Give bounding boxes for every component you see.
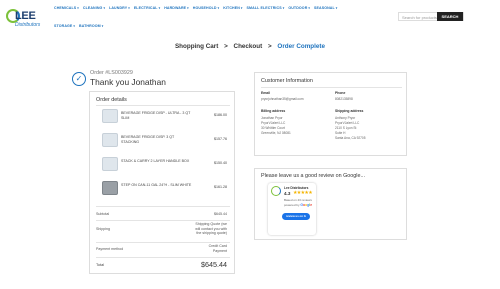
breadcrumb-checkout[interactable]: Checkout <box>234 43 263 50</box>
nav-item-seasonal[interactable]: SEASONAL▾ <box>314 6 337 10</box>
nav-item-storage[interactable]: STORAGE▾ <box>54 24 75 28</box>
nav-item-chemicals[interactable]: CHEMICALS▾ <box>54 6 79 10</box>
nav-item-household[interactable]: HOUSEHOLD▾ <box>193 6 219 10</box>
total-value: $645.44 <box>201 260 227 269</box>
list-item: STACK & CARRY 2 LAYER HANDLE BOX $150.40 <box>96 154 230 178</box>
shipping-address-label: Shipping address <box>335 109 364 113</box>
product-price: $150.40 <box>214 161 227 165</box>
divider <box>96 206 230 207</box>
phone-label: Phone <box>335 91 346 95</box>
thank-you-heading: Thank you Jonathan <box>90 77 166 87</box>
product-name[interactable]: BEVERAGE FRIDGE DISP - ULTRA - 3 QT SLIM <box>121 111 193 121</box>
nav-item-outdoor[interactable]: OUTDOOR▾ <box>288 6 310 10</box>
product-price: $161.28 <box>214 185 227 189</box>
list-item: BEVERAGE FRIDGE DISP. 3 QT STACKING $157… <box>96 130 230 154</box>
email-value: pryorjohnathan35@gmail.com <box>261 97 304 101</box>
product-name[interactable]: STEP ON CAN-11 GAL 24"H - SLIM WHITE <box>121 183 193 188</box>
subtotal-value: $645.44 <box>214 212 227 216</box>
review-us-button[interactable]: review us on G <box>282 213 310 220</box>
shipping-value: Shipping Quote (we will contact you with… <box>195 222 227 236</box>
product-image <box>102 157 118 171</box>
breadcrumb-separator: > <box>267 43 272 50</box>
chevron-down-icon: ▾ <box>73 24 76 28</box>
google-g-icon: G <box>303 214 306 218</box>
total-label: Total <box>96 263 105 267</box>
list-item: BEVERAGE FRIDGE DISP - ULTRA - 3 QT SLIM… <box>96 106 230 130</box>
order-details-title: Order details <box>96 97 127 103</box>
nav-row-2: STORAGE▾ BATHROOM▾ <box>54 22 394 30</box>
breadcrumb-order-complete: Order Complete <box>277 43 326 50</box>
product-image <box>102 109 118 123</box>
site-logo[interactable]: LEE Distributors <box>6 8 44 34</box>
shipping-label: Shipping <box>96 227 110 231</box>
product-name[interactable]: STACK & CARRY 2 LAYER HANDLE BOX <box>121 159 193 164</box>
nav-item-kitchen[interactable]: KITCHEN▾ <box>223 6 242 10</box>
billing-line: Greenville, NJ 08081 <box>261 131 291 135</box>
nav-item-small-electrics[interactable]: SMALL ELECTRICS▾ <box>247 6 285 10</box>
nav-row-1: CHEMICALS▾ CLEANING▾ LAUNDRY▾ ELECTRICAL… <box>54 4 394 12</box>
google-logo: Google <box>300 203 313 207</box>
order-number: Order #LS003929 <box>90 70 133 76</box>
nav-item-hardware[interactable]: HARDWARE▾ <box>164 6 189 10</box>
review-prompt: Please leave us a good review on Google.… <box>261 173 365 179</box>
business-name: Lee Distributors <box>284 186 309 190</box>
product-image <box>102 181 118 195</box>
divider <box>261 87 402 88</box>
star-rating-icon: ★★★★★ <box>293 191 313 196</box>
chevron-down-icon: ▾ <box>158 6 161 10</box>
breadcrumb-shopping-cart[interactable]: Shopping Cart <box>175 43 218 50</box>
review-count: Based on 43 reviews <box>284 198 312 202</box>
list-item: STEP ON CAN-11 GAL 24"H - SLIM WHITE $16… <box>96 178 230 202</box>
chevron-down-icon: ▾ <box>77 6 79 10</box>
product-name[interactable]: BEVERAGE FRIDGE DISP. 3 QT STACKING <box>121 135 193 145</box>
google-review-badge[interactable]: Lee Distributors 4.3 ★★★★★ Based on 43 r… <box>268 183 316 235</box>
logo-text: LEE <box>15 10 36 22</box>
rating-value: 4.3 <box>284 191 291 196</box>
divider <box>96 242 230 243</box>
nav-item-electrical[interactable]: ELECTRICAL▾ <box>134 6 160 10</box>
billing-address-label: Billing address <box>261 109 286 113</box>
order-details-panel: Order details BEVERAGE FRIDGE DISP - ULT… <box>89 91 235 274</box>
checkmark-icon: ✓ <box>72 72 86 86</box>
search-button[interactable]: SEARCH <box>437 12 463 21</box>
payment-label: Payment method <box>96 247 124 251</box>
chevron-down-icon: ▾ <box>101 24 104 28</box>
product-price: $186.00 <box>214 113 227 117</box>
product-image <box>102 133 118 147</box>
chevron-down-icon: ▾ <box>103 6 106 10</box>
chevron-down-icon: ▾ <box>335 6 338 10</box>
nav-item-cleaning[interactable]: CLEANING▾ <box>83 6 105 10</box>
google-review-panel: Please leave us a good review on Google.… <box>254 168 407 240</box>
chevron-down-icon: ▾ <box>282 6 285 10</box>
chevron-down-icon: ▾ <box>240 6 243 10</box>
chevron-down-icon: ▾ <box>217 6 220 10</box>
divider <box>96 257 230 258</box>
divider <box>96 220 230 221</box>
main-nav: CHEMICALS▾ CLEANING▾ LAUNDRY▾ ELECTRICAL… <box>54 4 394 40</box>
nav-item-laundry[interactable]: LAUNDRY▾ <box>109 6 130 10</box>
subtotal-label: Subtotal <box>96 212 110 216</box>
customer-info-title: Customer Information <box>261 78 313 84</box>
chevron-down-icon: ▾ <box>128 6 130 10</box>
customer-info-panel: Customer Information Email pryorjohnatha… <box>254 72 407 156</box>
chevron-down-icon: ▾ <box>187 6 189 10</box>
breadcrumb-separator: > <box>224 43 228 50</box>
shipping-line: Santa Ana, CA 92705 <box>335 136 366 140</box>
business-logo <box>271 186 281 196</box>
email-label: Email <box>261 91 271 95</box>
product-price: $157.76 <box>214 137 227 141</box>
checkout-breadcrumb: Shopping Cart > Checkout > Order Complet… <box>0 43 500 50</box>
chevron-down-icon: ▾ <box>308 6 311 10</box>
logo-subtext: Distributors <box>15 22 41 28</box>
nav-item-bathroom[interactable]: BATHROOM▾ <box>79 24 103 28</box>
phone-value: 8082135898 <box>335 97 353 101</box>
order-items-list: BEVERAGE FRIDGE DISP - ULTRA - 3 QT SLIM… <box>96 105 230 202</box>
payment-value: Credit Card Payment <box>208 244 227 253</box>
powered-by: powered by Google <box>284 203 313 207</box>
